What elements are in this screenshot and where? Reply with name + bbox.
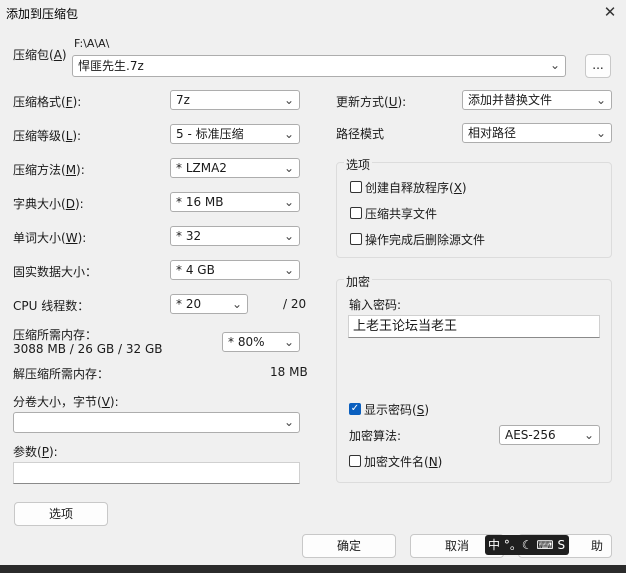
shared-checkbox[interactable] [350,207,362,219]
chevron-down-icon: ⌄ [283,229,295,243]
cpu-combo[interactable]: * 20 ⌄ [170,294,248,314]
chevron-down-icon: ⌄ [595,126,607,140]
decomp-label: 解压缩所需内存： [13,367,110,381]
chevron-down-icon: ⌄ [231,297,243,311]
archive-filename-combo[interactable]: 悍匪先生.7z ⌄ [72,55,566,77]
ime-toolbar[interactable]: 中 °。☾ ⌨ S [485,535,569,555]
window-title: 添加到压缩包 [6,7,79,21]
show-password-checkbox[interactable]: ✓ [349,403,361,415]
method-value: * LZMA2 [176,161,227,175]
mem-detail: 3088 MB / 26 GB / 32 GB [13,342,163,356]
solid-value: * 4 GB [176,263,215,277]
path-mode-value: 相对路径 [468,126,517,140]
encrypt-names-label: 加密文件名(N) [364,455,443,469]
update-combo[interactable]: 添加并替换文件 ⌄ [462,90,612,110]
params-label: 参数(P): [13,445,58,459]
params-input[interactable] [13,462,300,484]
level-combo[interactable]: 5 - 标准压缩 ⌄ [170,124,300,144]
encryption-method-value: AES-256 [505,428,556,442]
update-value: 添加并替换文件 [468,93,553,107]
close-icon[interactable]: ✕ [602,4,618,20]
mem-value: * 80% [228,335,265,349]
chevron-down-icon: ⌄ [549,58,561,72]
mem-combo[interactable]: * 80% ⌄ [222,332,300,352]
taskbar-edge [0,565,626,573]
dict-value: * 16 MB [176,195,224,209]
dict-combo[interactable]: * 16 MB ⌄ [170,192,300,212]
chevron-down-icon: ⌄ [283,263,295,277]
method-combo[interactable]: * LZMA2 ⌄ [170,158,300,178]
chevron-down-icon: ⌄ [283,127,295,141]
encryption-method-combo[interactable]: AES-256 ⌄ [499,425,600,445]
chevron-down-icon: ⌄ [283,195,295,209]
encrypt-names-checkbox[interactable] [349,455,361,467]
archive-filename-value: 悍匪先生.7z [78,59,144,73]
ok-button[interactable]: 确定 [302,534,396,558]
word-combo[interactable]: * 32 ⌄ [170,226,300,246]
chevron-down-icon: ⌄ [595,93,607,107]
cpu-max: / 20 [283,297,307,311]
path-mode-combo[interactable]: 相对路径 ⌄ [462,123,612,143]
dict-label: 字典大小(D): [13,197,84,211]
mem-label: 压缩所需内存： [13,328,98,342]
chevron-down-icon: ⌄ [283,161,295,175]
delete-checkbox[interactable] [350,233,362,245]
update-label: 更新方式(U): [336,95,407,109]
chevron-down-icon: ⌄ [583,428,595,442]
cpu-label: CPU 线程数： [13,299,90,313]
title-bar: 添加到压缩包 ✕ [0,0,626,26]
decomp-value: 18 MB [270,365,308,379]
options-group-title: 选项 [344,156,373,173]
options-button[interactable]: 选项 [14,502,108,526]
method-label: 压缩方法(M): [13,163,85,177]
word-value: * 32 [176,229,202,243]
encryption-method-label: 加密算法: [349,429,402,443]
format-label: 压缩格式(F): [13,95,82,109]
chevron-down-icon: ⌄ [283,415,295,429]
chevron-down-icon: ⌄ [283,93,295,107]
solid-label: 固实数据大小： [13,265,98,279]
archive-path: F:\A\A\ [74,37,110,50]
path-mode-label: 路径模式 [336,127,385,141]
solid-combo[interactable]: * 4 GB ⌄ [170,260,300,280]
cpu-value: * 20 [176,297,202,311]
browse-button[interactable]: ... [585,54,611,78]
chevron-down-icon: ⌄ [283,335,295,349]
password-input[interactable]: 上老王论坛当老王 [348,315,600,338]
format-value: 7z [176,93,190,107]
shared-label: 压缩共享文件 [365,207,438,221]
volume-label: 分卷大小，字节(V): [13,395,119,409]
level-label: 压缩等级(L): [13,129,82,143]
format-combo[interactable]: 7z ⌄ [170,90,300,110]
password-label: 输入密码: [349,298,402,312]
sfx-label: 创建自释放程序(X) [365,181,467,195]
delete-label: 操作完成后删除源文件 [365,233,486,247]
volume-combo[interactable]: ⌄ [13,412,300,433]
show-password-label: 显示密码(S) [364,403,429,417]
word-label: 单词大小(W): [13,231,87,245]
archive-label: 压缩包(A) [13,48,67,62]
sfx-checkbox[interactable] [350,181,362,193]
encryption-group-title: 加密 [344,273,373,290]
level-value: 5 - 标准压缩 [176,127,244,141]
